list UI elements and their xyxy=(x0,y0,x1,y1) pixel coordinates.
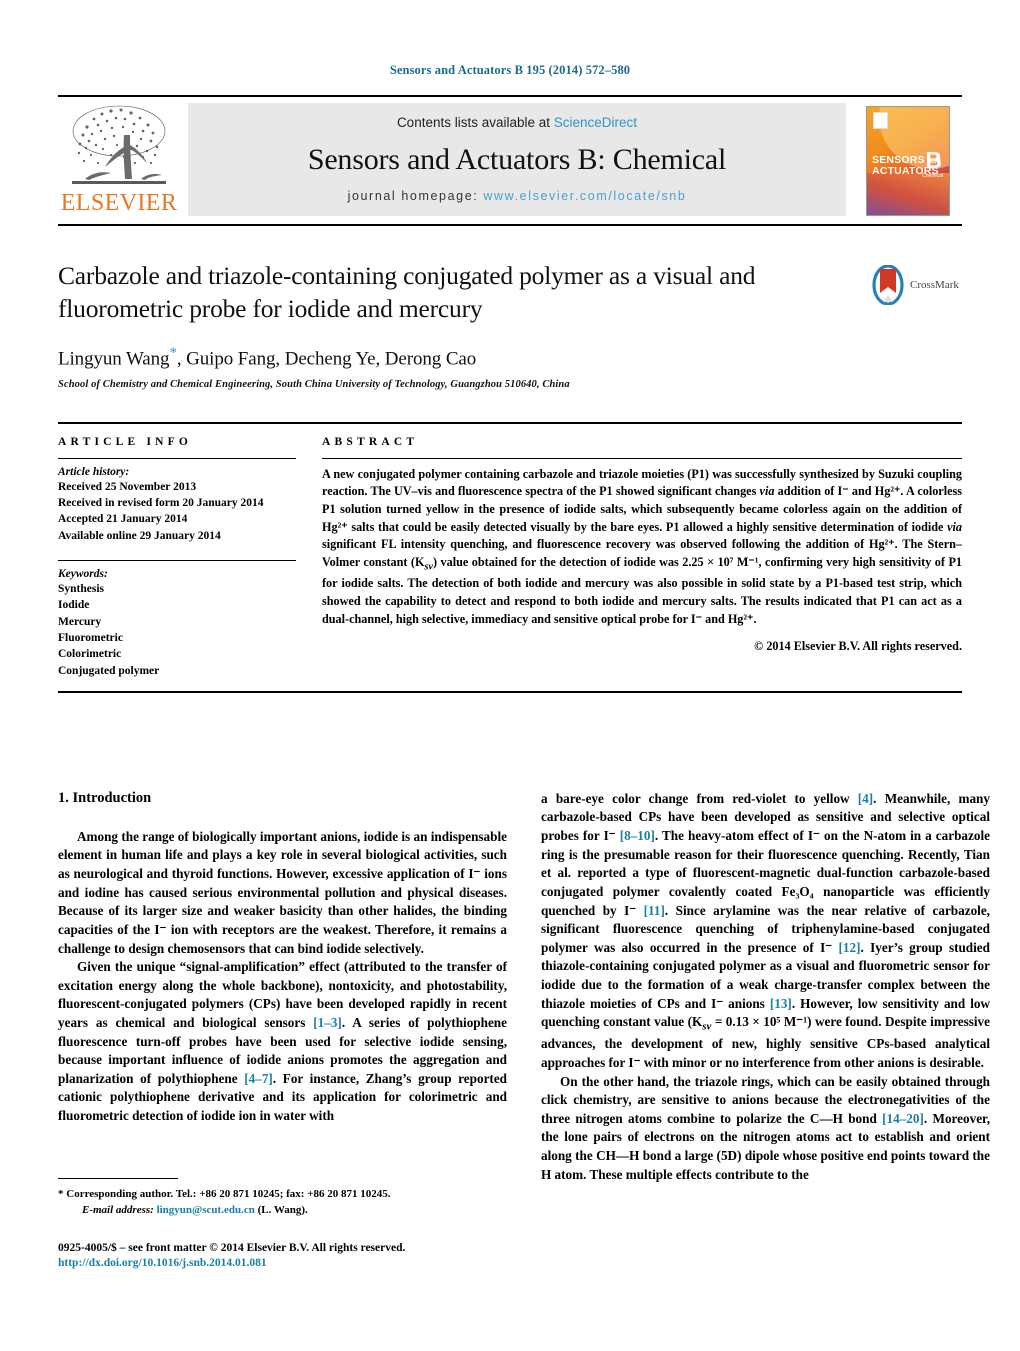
affiliation: School of Chemistry and Chemical Enginee… xyxy=(58,378,570,390)
abs-p1-bold: P1 xyxy=(881,593,895,608)
cover-letter-b: B xyxy=(925,146,942,173)
abs-seg: ) value obtained for the detection of io… xyxy=(432,555,949,570)
abs-p1-bold: P1 xyxy=(599,484,613,499)
abs-via: via xyxy=(759,484,775,499)
section-heading-introduction: 1. Introduction xyxy=(58,789,152,806)
corresponding-author-text: Corresponding author. Tel.: +86 20 871 1… xyxy=(66,1188,391,1200)
doi-link[interactable]: http://dx.doi.org/10.1016/j.snb.2014.01.… xyxy=(58,1257,507,1269)
paragraph: On the other hand, the triazole rings, w… xyxy=(541,1073,990,1185)
citation-ref[interactable]: [14–20] xyxy=(882,1111,924,1126)
history-item: Accepted 21 January 2014 xyxy=(58,513,188,526)
journal-title: Sensors and Actuators B: Chemical xyxy=(307,142,727,176)
running-head: Sensors and Actuators B 195 (2014) 572–5… xyxy=(389,63,631,77)
abs-p1-bold: P1 xyxy=(691,466,705,481)
footnote-marker: * xyxy=(58,1188,64,1200)
info-abstract-band: ARTICLE INFO Article history: Received 2… xyxy=(58,421,962,693)
abs-ksv-sub: sv xyxy=(424,561,433,573)
journal-homepage-line: journal homepage: www.elsevier.com/locat… xyxy=(188,189,846,203)
paragraph: a bare-eye color change from red-violet … xyxy=(541,790,990,1073)
abs-seg: allowed a highly sensitive determination… xyxy=(679,519,948,534)
corresponding-author-note: * Corresponding author. Tel.: +86 20 871… xyxy=(58,1187,507,1203)
abs-p1-bold: P1 xyxy=(948,555,962,570)
article-info-column: ARTICLE INFO Article history: Received 2… xyxy=(58,436,296,679)
abstract-column: ABSTRACT A new conjugated polymer contai… xyxy=(322,436,962,679)
cover-subtitle: Chemical xyxy=(922,172,943,179)
journal-cover-block: SENSORS and ACTUATORS B Chemical xyxy=(854,97,962,224)
issn-copyright-line: 0925-4005/$ – see front matter © 2014 El… xyxy=(58,1242,406,1255)
crossmark-badge[interactable]: CrossMark xyxy=(870,262,962,308)
cover-bottom-gradient xyxy=(867,172,949,215)
history-item: Received in revised form 20 January 2014 xyxy=(58,496,264,509)
abs-p1-bold: P1 xyxy=(322,501,336,516)
citation-ref[interactable]: [4–7] xyxy=(244,1071,273,1086)
elsevier-wordmark: ELSEVIER xyxy=(60,190,178,216)
footnote-rule xyxy=(58,1178,178,1179)
contents-prefix: Contents lists available at xyxy=(396,115,554,130)
author-first: Lingyun Wang xyxy=(58,348,170,370)
para-seg: a bare-eye color change from red-violet … xyxy=(541,790,858,806)
title-block: Carbazole and triazole-containing conjug… xyxy=(58,260,962,390)
citation-ref[interactable]: [13] xyxy=(770,996,792,1011)
email-label: E-mail address: xyxy=(82,1203,154,1216)
citation-ref[interactable]: [1–3] xyxy=(313,1015,342,1030)
masthead-center-panel: Contents lists available at ScienceDirec… xyxy=(188,103,846,216)
abs-seg: A new conjugated polymer containing carb… xyxy=(322,466,692,481)
keyword-item: Mercury xyxy=(58,615,102,628)
citation-ref[interactable]: [11] xyxy=(644,903,665,918)
abs-via: via xyxy=(947,519,962,534)
keyword-item: Colorimetric xyxy=(58,648,122,661)
issn-block: 0925-4005/$ – see front matter © 2014 El… xyxy=(58,1240,507,1269)
homepage-url-link[interactable]: www.elsevier.com/locate/snb xyxy=(483,189,686,203)
corresponding-author-marker: * xyxy=(169,345,177,362)
info-divider-top xyxy=(58,457,296,459)
abstract-heading: ABSTRACT xyxy=(322,435,419,448)
cover-elsevier-mark-icon xyxy=(873,111,888,129)
citation-ref[interactable]: [4] xyxy=(858,791,873,806)
abstract-text: A new conjugated polymer containing carb… xyxy=(322,466,962,629)
journal-masthead: ELSEVIER Contents lists available at Sci… xyxy=(58,95,962,226)
body-column-right: a bare-eye color change from red-violet … xyxy=(541,790,990,1260)
article-info-heading: ARTICLE INFO xyxy=(58,435,193,448)
footnote-block: * Corresponding author. Tel.: +86 20 871… xyxy=(58,1178,507,1269)
citation-ref[interactable]: [8–10] xyxy=(620,828,655,843)
article-history-label: Article history: xyxy=(58,465,130,478)
author-list: Lingyun Wang*, Guipo Fang, Decheng Ye, D… xyxy=(58,345,962,370)
crossmark-label: CrossMark xyxy=(910,279,959,291)
email-note: E-mail address: lingyun@scut.edu.cn (L. … xyxy=(58,1203,507,1219)
abs-seg: addition of I⁻ and Hg²⁺. A colorless xyxy=(774,484,962,499)
journal-cover-thumbnail: SENSORS and ACTUATORS B Chemical xyxy=(866,105,950,216)
sciencedirect-link[interactable]: ScienceDirect xyxy=(554,115,637,130)
keyword-item: Conjugated polymer xyxy=(58,664,160,677)
email-link[interactable]: lingyun@scut.edu.cn xyxy=(157,1204,255,1216)
abs-seg: showed significant changes xyxy=(612,484,760,499)
crossmark-icon xyxy=(872,265,904,305)
article-page: Sensors and Actuators B 195 (2014) 572–5… xyxy=(0,0,1020,1351)
citation-ref[interactable]: [12] xyxy=(839,940,861,955)
email-suffix: (L. Wang). xyxy=(254,1203,308,1216)
keyword-item: Iodide xyxy=(58,599,90,612)
history-item: Received 25 November 2013 xyxy=(58,480,197,493)
paragraph: Among the range of biologically importan… xyxy=(58,828,507,956)
contents-available-line: Contents lists available at ScienceDirec… xyxy=(188,115,846,130)
keywords-block: Keywords: Synthesis Iodide Mercury Fluor… xyxy=(58,559,296,679)
elsevier-logo-block: ELSEVIER xyxy=(58,97,180,224)
elsevier-tree-icon xyxy=(72,105,166,184)
homepage-prefix: journal homepage: xyxy=(347,189,484,203)
abstract-copyright: © 2014 Elsevier B.V. All rights reserved… xyxy=(754,639,962,654)
page-title: Carbazole and triazole-containing conjug… xyxy=(58,261,756,323)
abs-p1-bold: P1 xyxy=(665,519,680,534)
paragraph: Given the unique “signal-amplification” … xyxy=(58,958,507,1125)
keyword-item: Synthesis xyxy=(58,582,105,595)
abs-seg: for iodide salts. The detection of both … xyxy=(322,576,826,591)
history-item: Available online 29 January 2014 xyxy=(58,529,221,542)
info-divider-keywords xyxy=(58,559,296,561)
abstract-divider xyxy=(322,457,962,459)
author-rest: , Guipo Fang, Decheng Ye, Derong Cao xyxy=(176,348,477,370)
keywords-label: Keywords: xyxy=(58,567,108,580)
abs-p1-bold: P1 xyxy=(825,576,839,591)
keyword-item: Fluorometric xyxy=(58,631,123,644)
